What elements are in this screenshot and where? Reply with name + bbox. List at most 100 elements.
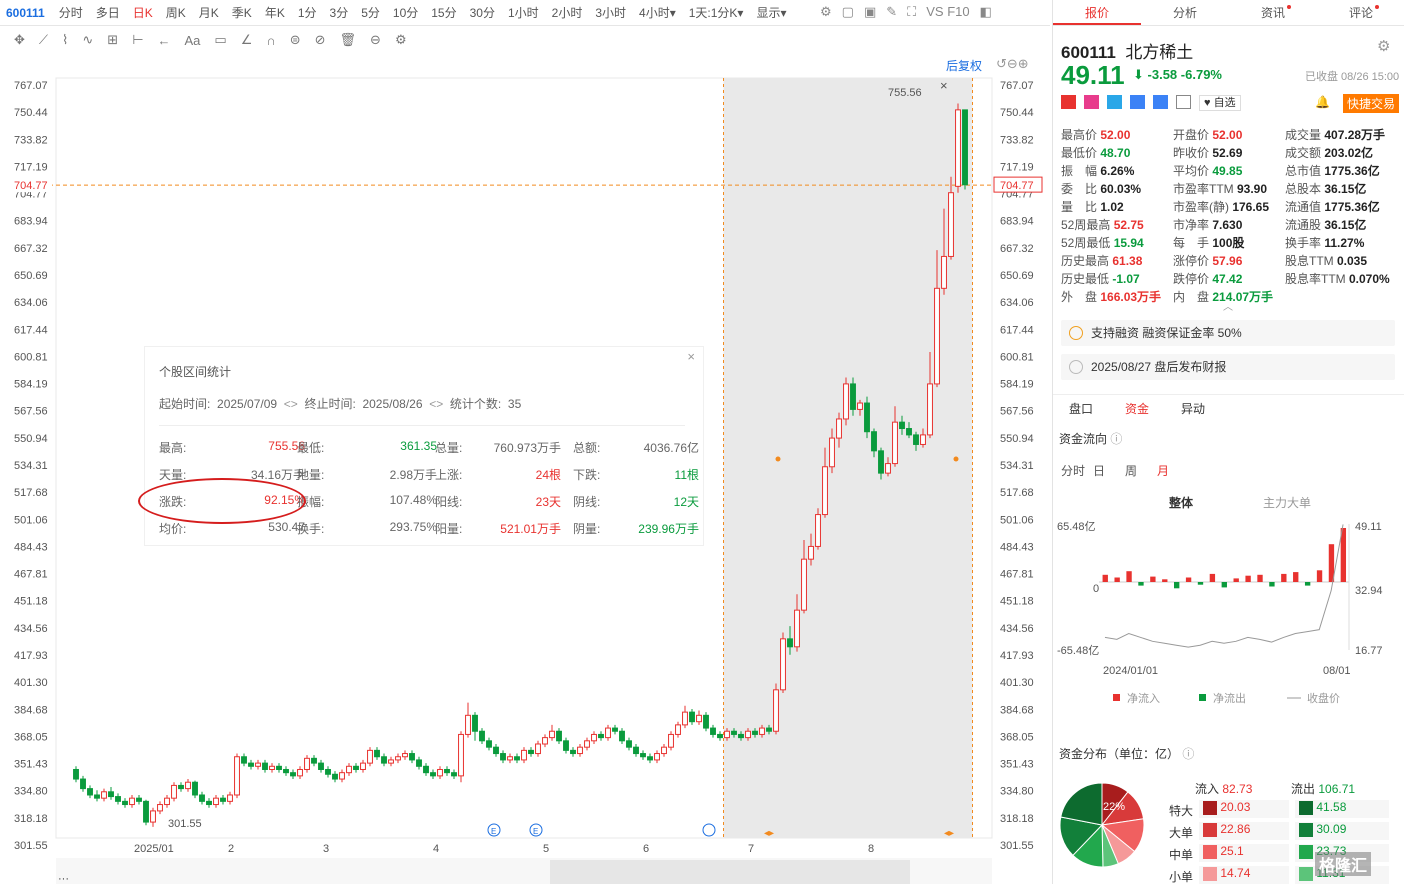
zoom-controls[interactable]: ↺⊖⊕ xyxy=(996,56,1029,72)
period-6[interactable]: 年K xyxy=(265,6,285,20)
period-10[interactable]: 10分 xyxy=(393,6,418,20)
line-icon[interactable]: ⟋ xyxy=(39,32,48,48)
subtab-2[interactable]: 异动 xyxy=(1181,400,1205,417)
info-icon[interactable]: ⓘ xyxy=(1182,747,1194,761)
in-total: 流入 82.73 xyxy=(1195,782,1253,796)
lock-icon[interactable]: ⊜ xyxy=(290,32,301,48)
info-icon[interactable]: ⓘ xyxy=(1110,432,1122,446)
period-9[interactable]: 5分 xyxy=(361,6,380,20)
selected-range xyxy=(723,78,973,838)
stats-title: 个股区间统计 xyxy=(159,365,232,379)
gear-icon[interactable]: ⚙ xyxy=(395,32,407,48)
range-handle: ◂▸ xyxy=(764,828,774,839)
price-tick-left: 384.68 xyxy=(14,704,48,716)
note-icon[interactable]: ▭ xyxy=(214,32,226,48)
camera-icon[interactable]: ▣ xyxy=(864,4,876,20)
period-2[interactable]: 日K xyxy=(133,6,153,20)
quote-item: 开盘价 52.00 xyxy=(1173,128,1243,142)
flow-period-2[interactable]: 周 xyxy=(1125,462,1137,479)
period-11[interactable]: 15分 xyxy=(431,6,456,20)
tab-2[interactable]: 资讯 xyxy=(1229,0,1317,25)
arrow-icon[interactable]: ← xyxy=(158,33,171,48)
price-tick-right: 600.81 xyxy=(1000,351,1034,363)
pencil-icon[interactable]: ✎ xyxy=(886,4,897,20)
layout-icon[interactable]: ▢ xyxy=(842,4,854,20)
margin-icon[interactable] xyxy=(1107,95,1122,109)
move-icon[interactable]: ✥ xyxy=(14,32,25,48)
flow-bar xyxy=(1316,570,1323,582)
hk-connect-icon[interactable] xyxy=(1084,95,1099,109)
flow-bar xyxy=(1221,582,1227,588)
pie-slice xyxy=(1060,782,1103,826)
quick-trade-button[interactable]: 快捷交易 xyxy=(1343,94,1400,113)
settings-icon[interactable]: ⚙ xyxy=(1377,37,1390,55)
legend-item: 净流出 xyxy=(1213,691,1246,705)
subtab-1[interactable]: 资金 xyxy=(1125,400,1149,417)
bell-icon[interactable]: 🔔 xyxy=(1315,95,1330,109)
text-icon[interactable]: Aa xyxy=(185,33,201,48)
polyline-icon[interactable]: ⌇ xyxy=(62,32,68,48)
measure-icon[interactable]: ⊢ xyxy=(132,32,143,48)
period-14[interactable]: 2小时 xyxy=(552,6,583,20)
close-icon[interactable]: × xyxy=(687,349,695,364)
period-16[interactable]: 4小时▾ xyxy=(639,6,676,20)
stock-name: 北方稀土 xyxy=(1125,43,1194,62)
period-0[interactable]: 分时 xyxy=(59,6,83,20)
quote-item: 市盈率(静) 176.65 xyxy=(1173,200,1270,214)
range-handle: ◂▸ xyxy=(944,828,954,839)
period-1[interactable]: 多日 xyxy=(96,6,120,20)
period-13[interactable]: 1小时 xyxy=(508,6,539,20)
period-12[interactable]: 30分 xyxy=(470,6,495,20)
favorite-button[interactable]: ♥ 自选 xyxy=(1199,95,1241,111)
price-tick-right: 368.05 xyxy=(1000,731,1034,743)
margin-note[interactable]: 支持融资 融资保证金率 50% xyxy=(1061,320,1395,346)
trash-icon[interactable]: 🗑 xyxy=(340,32,357,48)
period-3[interactable]: 周K xyxy=(166,6,186,20)
price-tick-left: 334.80 xyxy=(14,786,48,798)
stock-code-tab[interactable]: 600111 xyxy=(6,6,45,20)
wave-icon[interactable]: ∿ xyxy=(82,32,93,48)
flow-period-3[interactable]: 月 xyxy=(1157,462,1169,479)
vs-f10-button[interactable]: VS F10 xyxy=(926,4,969,20)
tab-1[interactable]: 分析 xyxy=(1141,0,1229,25)
doc-icon[interactable] xyxy=(1176,95,1191,109)
tab-3[interactable]: 评论 xyxy=(1317,0,1404,25)
flow-bar xyxy=(1304,582,1311,586)
period-18[interactable]: 显示▾ xyxy=(756,6,786,20)
subtab-0[interactable]: 盘口 xyxy=(1069,400,1093,417)
price-tick-left: 600.81 xyxy=(14,351,48,363)
period-8[interactable]: 3分 xyxy=(330,6,349,20)
flow-bar xyxy=(1162,579,1168,582)
period-5[interactable]: 季K xyxy=(232,6,252,20)
legend-item: 收盘价 xyxy=(1307,691,1340,705)
angle-icon[interactable]: ∠ xyxy=(241,32,253,48)
stock-connect-icon[interactable] xyxy=(1130,95,1145,109)
view-overall[interactable]: 整体 xyxy=(1169,494,1193,511)
adjust-button[interactable]: 后复权 xyxy=(946,57,982,74)
period-4[interactable]: 月K xyxy=(199,6,219,20)
link-icon[interactable]: ⊖ xyxy=(370,32,381,48)
earnings-note[interactable]: 2025/08/27 盘后发布财报 xyxy=(1061,354,1395,380)
period-17[interactable]: 1天:1分K▾ xyxy=(689,6,744,20)
stat-value: 11根 xyxy=(674,468,699,482)
view-main[interactable]: 主力大单 xyxy=(1263,494,1311,511)
flow-axis-top: 65.48亿 xyxy=(1057,520,1096,533)
price-tick-right: 667.32 xyxy=(1000,243,1034,255)
period-15[interactable]: 3小时 xyxy=(595,6,626,20)
sidebar-toggle-icon[interactable]: ◧ xyxy=(980,4,992,20)
fullscreen-icon[interactable]: ⛶ xyxy=(907,4,916,20)
tag-icon[interactable] xyxy=(1153,95,1168,109)
collapse-icon[interactable]: ︿ xyxy=(1223,298,1233,313)
x-tick: 3 xyxy=(323,843,329,855)
ruler-icon[interactable]: ⊞ xyxy=(107,32,118,48)
magnet-icon[interactable]: ∩ xyxy=(266,33,275,48)
flow-bar xyxy=(1245,575,1251,582)
tab-0[interactable]: 报价 xyxy=(1053,0,1141,25)
hide-icon[interactable]: ⊘ xyxy=(315,32,326,48)
period-7[interactable]: 1分 xyxy=(298,6,317,20)
settings-icon[interactable]: ⚙ xyxy=(820,4,832,20)
dist-name: 大单 xyxy=(1169,826,1194,840)
flow-period-0[interactable]: 分时 xyxy=(1061,462,1085,479)
flow-bar xyxy=(1269,582,1275,587)
flow-period-1[interactable]: 日 xyxy=(1093,462,1105,479)
